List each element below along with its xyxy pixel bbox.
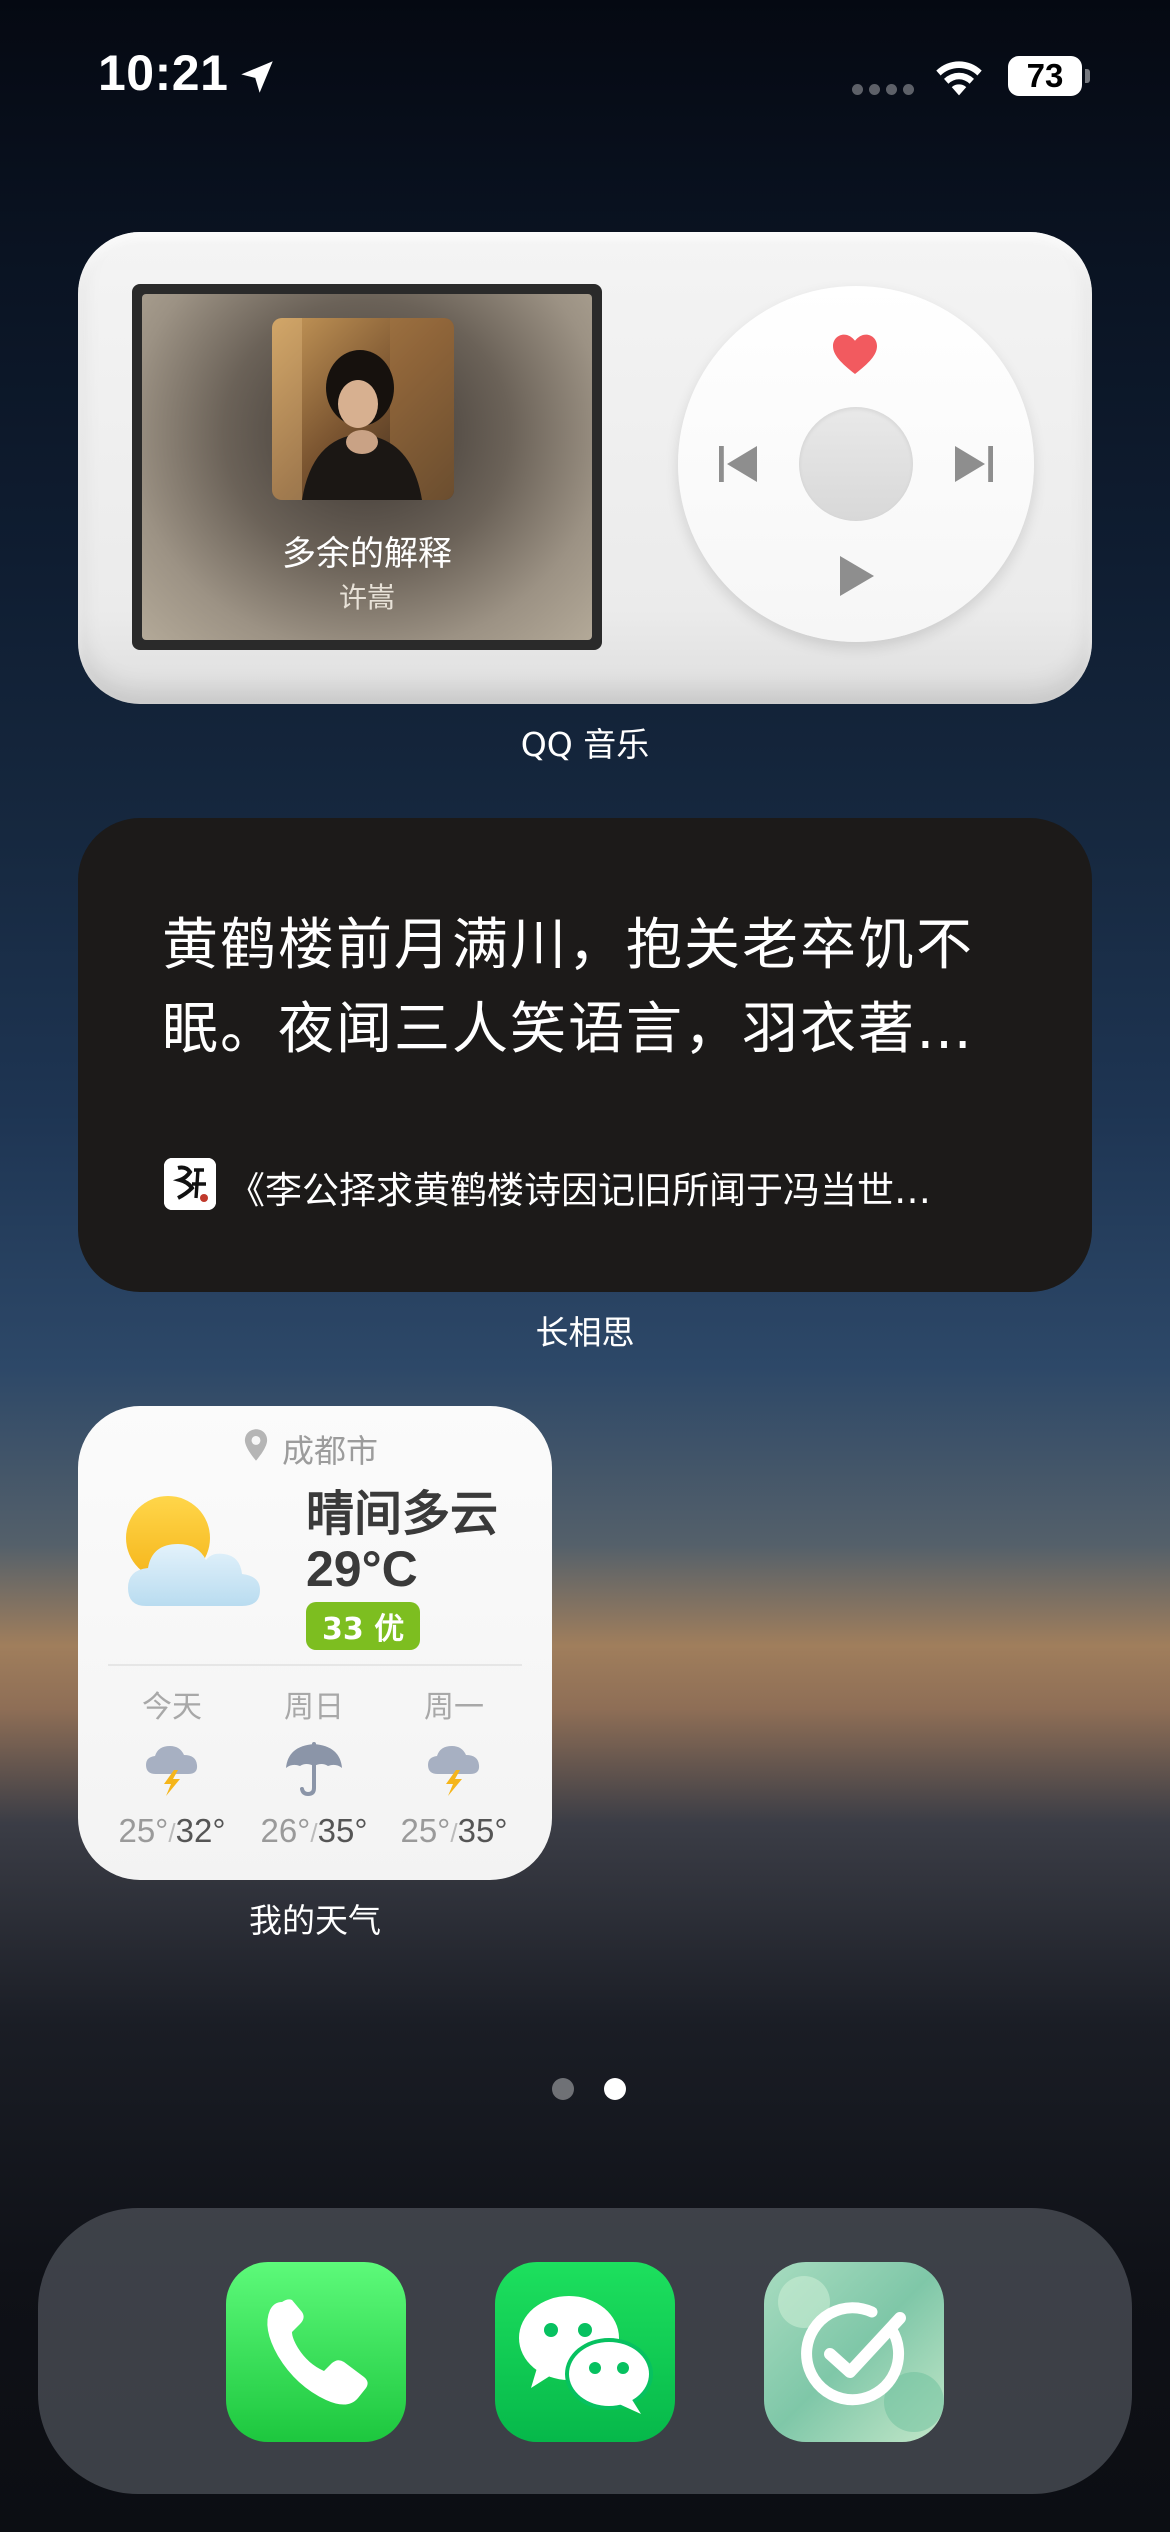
air-quality-badge: 33 优 — [306, 1602, 421, 1650]
forecast-high: 32° — [175, 1812, 226, 1849]
status-time: 10:21 — [98, 45, 229, 101]
location-pin-icon — [244, 1429, 268, 1461]
center-button[interactable] — [799, 407, 913, 521]
weather-widget[interactable]: 成都市 晴间多云 29°C 33 优 今天 25°/32° 周日 26°/35°… — [78, 1406, 552, 1880]
dock — [38, 2208, 1132, 2494]
weather-widget-label: 我的天气 — [249, 1901, 381, 1940]
forecast-high: 35° — [457, 1812, 508, 1849]
song-artist: 许嵩 — [338, 581, 395, 614]
poem-widget-label: 长相思 — [535, 1313, 635, 1352]
phone-app-icon[interactable] — [226, 2262, 406, 2442]
partly-cloudy-icon — [126, 1496, 260, 1606]
page-dot-1[interactable] — [552, 2078, 574, 2100]
battery-tip — [1085, 69, 1090, 83]
poem-app-logo-icon — [164, 1158, 216, 1210]
thunderstorm-icon — [428, 1746, 480, 1796]
checklist-app-icon[interactable] — [764, 2262, 944, 2442]
forecast-day: 今天 25°/32° — [102, 1682, 242, 1850]
poem-source: 《李公择求黄鹤楼诗因记旧所闻于冯当世… — [228, 1169, 931, 1212]
current-temperature: 29°C — [306, 1541, 418, 1597]
album-art-image — [272, 318, 454, 500]
previous-track-icon[interactable] — [714, 440, 764, 488]
music-widget-label: QQ 音乐 — [520, 725, 650, 764]
forecast-day: 周日 26°/35° — [244, 1682, 384, 1850]
forecast-low: 25° — [118, 1812, 169, 1849]
wifi-icon — [936, 61, 982, 96]
click-wheel[interactable] — [678, 286, 1034, 642]
heart-icon[interactable] — [831, 332, 879, 376]
forecast-low: 26° — [260, 1812, 311, 1849]
poem-text: 黄鹤楼前月满川，抱关老卒饥不眠。夜闻三人笑语言，羽衣著… — [162, 913, 974, 1062]
forecast-day-label: 周日 — [284, 1690, 344, 1725]
music-widget[interactable]: 多余的解释 许嵩 — [78, 232, 1092, 704]
forecast-day: 周一 25°/35° — [384, 1682, 524, 1850]
weather-city: 成都市 — [282, 1432, 379, 1470]
forecast-low: 25° — [400, 1812, 451, 1849]
music-screen[interactable]: 多余的解释 许嵩 — [132, 284, 602, 650]
forecast-day-label: 周一 — [424, 1690, 484, 1725]
weather-divider — [108, 1664, 522, 1666]
umbrella-icon — [286, 1742, 342, 1797]
wechat-app-icon[interactable] — [495, 2262, 675, 2442]
location-arrow-icon — [241, 61, 273, 93]
poem-widget[interactable]: 黄鹤楼前月满川，抱关老卒饥不眠。夜闻三人笑语言，羽衣著… 《李公择求黄鹤楼诗因记… — [78, 818, 1092, 1292]
forecast-day-label: 今天 — [142, 1690, 202, 1725]
play-icon[interactable] — [836, 554, 876, 598]
cellular-signal-icon — [852, 84, 914, 95]
weather-condition: 晴间多云 — [306, 1486, 499, 1542]
page-dot-2-active[interactable] — [604, 2078, 626, 2100]
battery-indicator: 73 — [1008, 56, 1082, 96]
thunderstorm-icon — [146, 1746, 198, 1796]
song-title: 多余的解释 — [282, 534, 452, 574]
next-track-icon[interactable] — [948, 440, 998, 488]
forecast-high: 35° — [317, 1812, 368, 1849]
